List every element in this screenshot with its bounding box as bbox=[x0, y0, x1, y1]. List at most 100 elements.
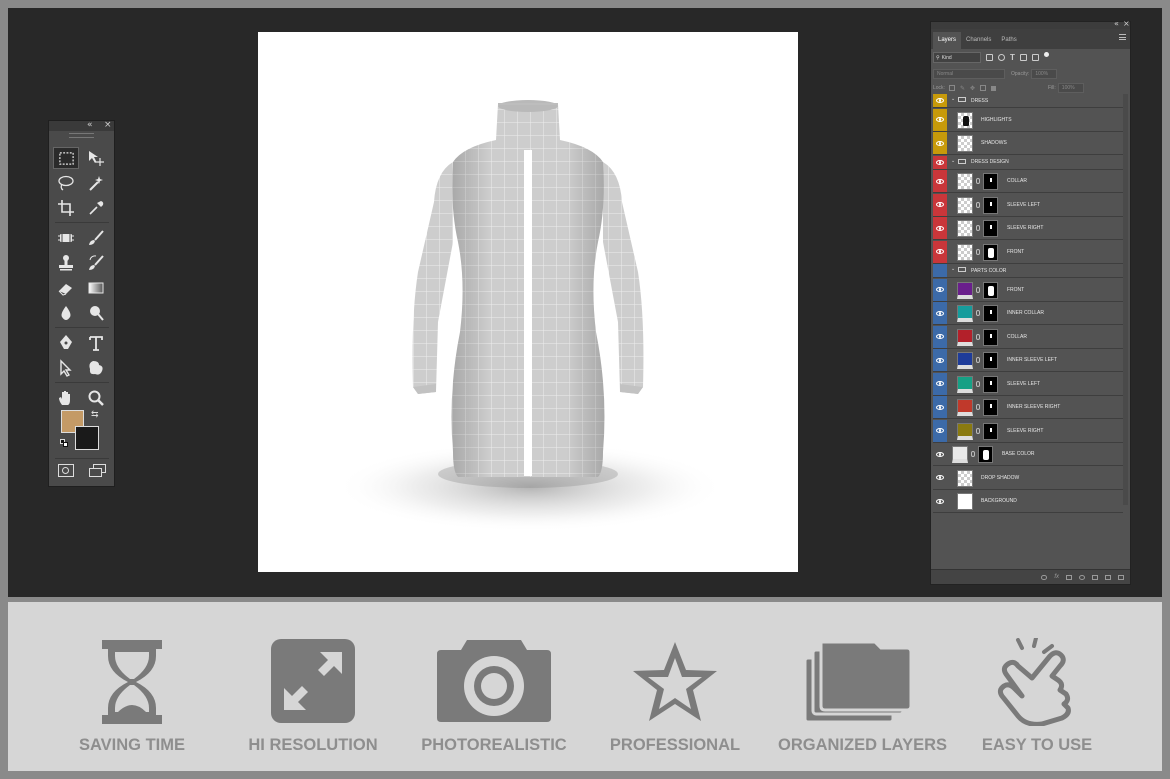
brush-tool[interactable] bbox=[83, 227, 109, 249]
close-icon[interactable]: × bbox=[1123, 19, 1130, 28]
layer-row[interactable]: COLLAR bbox=[933, 170, 1123, 193]
mask-link-icon[interactable] bbox=[976, 427, 980, 434]
filter-smart-object-icon[interactable] bbox=[1031, 54, 1039, 61]
mask-link-icon[interactable] bbox=[976, 178, 980, 184]
filter-pixel-icon[interactable] bbox=[986, 54, 993, 61]
layer-row[interactable]: SLEEVE RIGHT bbox=[933, 217, 1123, 240]
layer-mask-thumbnail[interactable] bbox=[983, 173, 998, 190]
adjustment-layer-icon[interactable] bbox=[1079, 574, 1085, 580]
new-layer-icon[interactable] bbox=[1105, 574, 1111, 580]
visibility-toggle[interactable] bbox=[933, 240, 947, 263]
lock-image-icon[interactable]: ✎ bbox=[960, 85, 965, 92]
mask-link-icon[interactable] bbox=[976, 404, 980, 410]
layer-group-row[interactable]: ⌄ DRESS DESIGN bbox=[933, 155, 1123, 170]
layer-row[interactable]: COLLAR bbox=[933, 325, 1123, 349]
default-colors-icon[interactable] bbox=[60, 439, 68, 447]
filter-shape-icon[interactable] bbox=[1019, 54, 1027, 61]
background-color-swatch[interactable] bbox=[75, 426, 99, 450]
link-layers-icon[interactable] bbox=[1041, 574, 1048, 580]
layer-row[interactable]: HIGHLIGHTS bbox=[933, 108, 1123, 132]
collapse-icon[interactable]: « bbox=[87, 120, 93, 130]
filter-kind-select[interactable]: ⚲ Kind bbox=[933, 52, 981, 63]
delete-layer-icon[interactable] bbox=[1118, 574, 1124, 580]
mask-link-icon[interactable] bbox=[976, 333, 980, 340]
layer-mask-thumbnail[interactable] bbox=[983, 281, 998, 299]
filter-type-icon[interactable]: T bbox=[1010, 53, 1015, 62]
layer-row[interactable]: BASE COLOR bbox=[933, 443, 1123, 466]
shape-tool[interactable] bbox=[83, 357, 109, 379]
lock-artboard-icon[interactable] bbox=[980, 85, 987, 91]
add-mask-icon[interactable] bbox=[1066, 574, 1072, 580]
screen-mode-icon[interactable] bbox=[89, 464, 106, 478]
history-brush-tool[interactable] bbox=[83, 252, 109, 274]
layer-mask-thumbnail[interactable] bbox=[983, 305, 998, 322]
move-tool[interactable] bbox=[83, 147, 109, 169]
lock-all-icon[interactable] bbox=[991, 85, 997, 91]
lasso-tool[interactable] bbox=[53, 172, 79, 194]
layer-row[interactable]: DROP SHADOW bbox=[933, 466, 1123, 490]
layer-mask-thumbnail[interactable] bbox=[983, 375, 998, 393]
layer-row[interactable]: SHADOWS bbox=[933, 132, 1123, 155]
visibility-toggle[interactable] bbox=[933, 466, 947, 489]
blur-tool[interactable] bbox=[53, 302, 79, 324]
layer-mask-thumbnail[interactable] bbox=[983, 328, 998, 346]
crop-tool[interactable] bbox=[53, 197, 79, 219]
mask-link-icon[interactable] bbox=[971, 451, 975, 457]
type-tool[interactable] bbox=[83, 332, 109, 354]
tab-paths[interactable]: Paths bbox=[996, 32, 1021, 49]
mask-link-icon[interactable] bbox=[976, 310, 980, 316]
new-group-icon[interactable] bbox=[1092, 574, 1098, 580]
mask-link-icon[interactable] bbox=[976, 357, 980, 363]
visibility-toggle[interactable] bbox=[933, 325, 947, 348]
magic-wand-tool[interactable] bbox=[83, 172, 109, 194]
visibility-toggle[interactable] bbox=[933, 349, 947, 371]
layer-row[interactable]: INNER COLLAR bbox=[933, 302, 1123, 325]
visibility-toggle[interactable] bbox=[933, 193, 947, 216]
blend-mode-select[interactable]: Normal bbox=[933, 69, 1005, 79]
quick-mask-icon[interactable] bbox=[58, 464, 74, 477]
tab-channels[interactable]: Channels bbox=[961, 32, 996, 49]
group-expand-icon[interactable]: ⌄ bbox=[951, 158, 955, 164]
lock-position-icon[interactable]: ✥ bbox=[970, 85, 975, 92]
visibility-toggle[interactable] bbox=[933, 132, 947, 154]
visibility-toggle[interactable] bbox=[933, 443, 947, 465]
layer-list-scrollbar[interactable] bbox=[1123, 94, 1128, 505]
collapse-icon[interactable]: « bbox=[1114, 19, 1119, 28]
path-selection-tool[interactable] bbox=[53, 357, 79, 379]
eraser-tool[interactable] bbox=[53, 277, 79, 299]
layer-mask-thumbnail[interactable] bbox=[983, 422, 998, 440]
visibility-toggle[interactable] bbox=[933, 278, 947, 301]
mask-link-icon[interactable] bbox=[976, 201, 980, 208]
layer-row[interactable]: INNER SLEEVE RIGHT bbox=[933, 396, 1123, 419]
visibility-toggle[interactable] bbox=[933, 490, 947, 512]
mask-link-icon[interactable] bbox=[976, 225, 980, 231]
mask-link-icon[interactable] bbox=[976, 286, 980, 293]
tab-layers[interactable]: Layers bbox=[933, 32, 962, 49]
close-icon[interactable]: × bbox=[104, 120, 112, 130]
mask-link-icon[interactable] bbox=[976, 380, 980, 387]
visibility-toggle[interactable] bbox=[933, 170, 947, 192]
layer-mask-thumbnail[interactable] bbox=[983, 243, 998, 261]
layer-row[interactable]: FRONT bbox=[933, 278, 1123, 302]
layer-group-row[interactable]: ⌄ PARTS COLOR bbox=[933, 264, 1123, 278]
group-expand-icon[interactable]: ⌄ bbox=[951, 266, 955, 272]
visibility-toggle[interactable] bbox=[933, 108, 947, 131]
hand-tool[interactable] bbox=[53, 387, 79, 409]
clone-stamp-tool[interactable] bbox=[53, 252, 79, 274]
swap-colors-icon[interactable]: ⇆ bbox=[91, 409, 99, 420]
layer-mask-thumbnail[interactable] bbox=[983, 352, 998, 369]
dodge-tool[interactable] bbox=[83, 302, 109, 324]
pen-tool[interactable] bbox=[53, 332, 79, 354]
layer-group-row[interactable]: ⌄ DRESS bbox=[933, 94, 1123, 108]
visibility-toggle[interactable] bbox=[933, 155, 947, 169]
layer-mask-thumbnail[interactable] bbox=[983, 196, 998, 214]
filter-adjustment-icon[interactable] bbox=[998, 54, 1005, 61]
layer-row[interactable]: SLEEVE LEFT bbox=[933, 193, 1123, 217]
visibility-toggle[interactable] bbox=[933, 217, 947, 239]
layer-row[interactable]: BACKGROUND bbox=[933, 490, 1123, 513]
layer-row[interactable]: INNER SLEEVE LEFT bbox=[933, 349, 1123, 372]
filter-toggle-icon[interactable] bbox=[1043, 52, 1049, 57]
layer-mask-thumbnail[interactable] bbox=[983, 220, 998, 237]
visibility-toggle[interactable] bbox=[933, 302, 947, 324]
layer-mask-thumbnail[interactable] bbox=[978, 446, 993, 463]
